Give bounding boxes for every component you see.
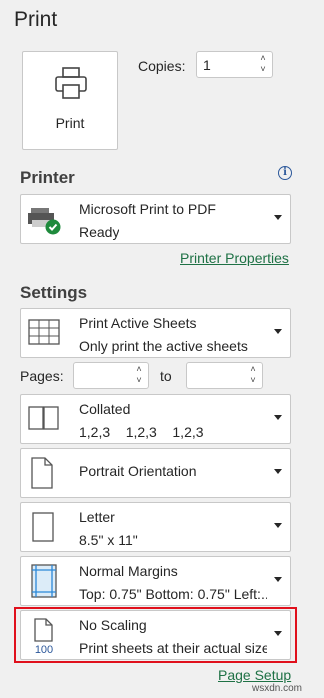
margins-description: Top: 0.75" Bottom: 0.75" Left:... bbox=[79, 586, 267, 602]
printer-ready-icon bbox=[28, 208, 61, 235]
print-what-label: Print Active Sheets bbox=[79, 315, 197, 331]
chevron-down-icon bbox=[274, 577, 282, 582]
print-button[interactable]: Print bbox=[22, 51, 118, 150]
chevron-down-icon bbox=[274, 631, 282, 636]
collation-description: 1,2,3 1,2,3 1,2,3 bbox=[79, 424, 204, 440]
print-what-description: Only print the active sheets bbox=[79, 338, 248, 354]
printer-name: Microsoft Print to PDF bbox=[79, 201, 216, 217]
spin-arrows-icon[interactable]: ˄ ˅ bbox=[248, 364, 258, 386]
pages-from-input[interactable]: ˄ ˅ bbox=[73, 362, 149, 389]
sheets-grid-icon bbox=[28, 319, 60, 345]
orientation-label: Portrait Orientation bbox=[79, 463, 197, 479]
chevron-down-icon bbox=[274, 469, 282, 474]
pages-to-input[interactable]: ˄ ˅ bbox=[186, 362, 263, 389]
portrait-page-icon bbox=[31, 457, 53, 489]
spin-arrows-icon[interactable]: ˄ ˅ bbox=[134, 364, 144, 386]
page-title: Print bbox=[14, 8, 58, 31]
printer-select[interactable]: Microsoft Print to PDF Ready bbox=[20, 194, 291, 244]
printer-status: Ready bbox=[79, 224, 120, 240]
paper-size-icon bbox=[32, 512, 54, 542]
scaling-page-icon: 100 bbox=[34, 618, 53, 655]
copies-label: Copies: bbox=[138, 58, 186, 74]
chevron-down-icon bbox=[274, 415, 282, 420]
printer-properties-link[interactable]: Printer Properties bbox=[180, 250, 289, 266]
scaling-percent-text: 100 bbox=[35, 644, 53, 655]
print-button-label: Print bbox=[55, 115, 85, 131]
collation-select[interactable]: Collated 1,2,3 1,2,3 1,2,3 bbox=[20, 394, 291, 444]
scaling-select[interactable]: 100 No Scaling Print sheets at their act… bbox=[20, 610, 291, 660]
copies-value: 1 bbox=[203, 57, 211, 73]
margins-label: Normal Margins bbox=[79, 563, 178, 579]
page-setup-link[interactable]: Page Setup bbox=[218, 667, 291, 683]
margins-select[interactable]: Normal Margins Top: 0.75" Bottom: 0.75" … bbox=[20, 556, 291, 606]
spin-arrows-icon[interactable]: ˄ ˅ bbox=[258, 53, 268, 75]
settings-heading: Settings bbox=[20, 283, 88, 302]
collation-label: Collated bbox=[79, 401, 131, 417]
info-icon[interactable]: i bbox=[278, 166, 292, 180]
watermark: wsxdn.com bbox=[252, 683, 303, 694]
printer-heading: Printer bbox=[20, 168, 75, 187]
paper-size-dimensions: 8.5" x 11" bbox=[79, 532, 138, 548]
collated-pages-icon bbox=[28, 406, 59, 430]
orientation-select[interactable]: Portrait Orientation bbox=[20, 448, 291, 498]
print-what-select[interactable]: Print Active Sheets Only print the activ… bbox=[20, 308, 291, 358]
scaling-description: Print sheets at their actual size bbox=[79, 640, 267, 656]
paper-size-select[interactable]: Letter 8.5" x 11" bbox=[20, 502, 291, 552]
paper-size-label: Letter bbox=[79, 509, 115, 525]
pages-label: Pages: bbox=[20, 368, 64, 384]
pages-to-label: to bbox=[160, 368, 172, 384]
copies-stepper[interactable]: 1 ˄ ˅ bbox=[196, 51, 273, 78]
chevron-down-icon bbox=[274, 523, 282, 528]
margins-icon bbox=[31, 564, 57, 598]
chevron-down-icon bbox=[274, 215, 282, 220]
scaling-label: No Scaling bbox=[79, 617, 147, 633]
printer-icon bbox=[55, 67, 87, 99]
chevron-down-icon bbox=[274, 329, 282, 334]
